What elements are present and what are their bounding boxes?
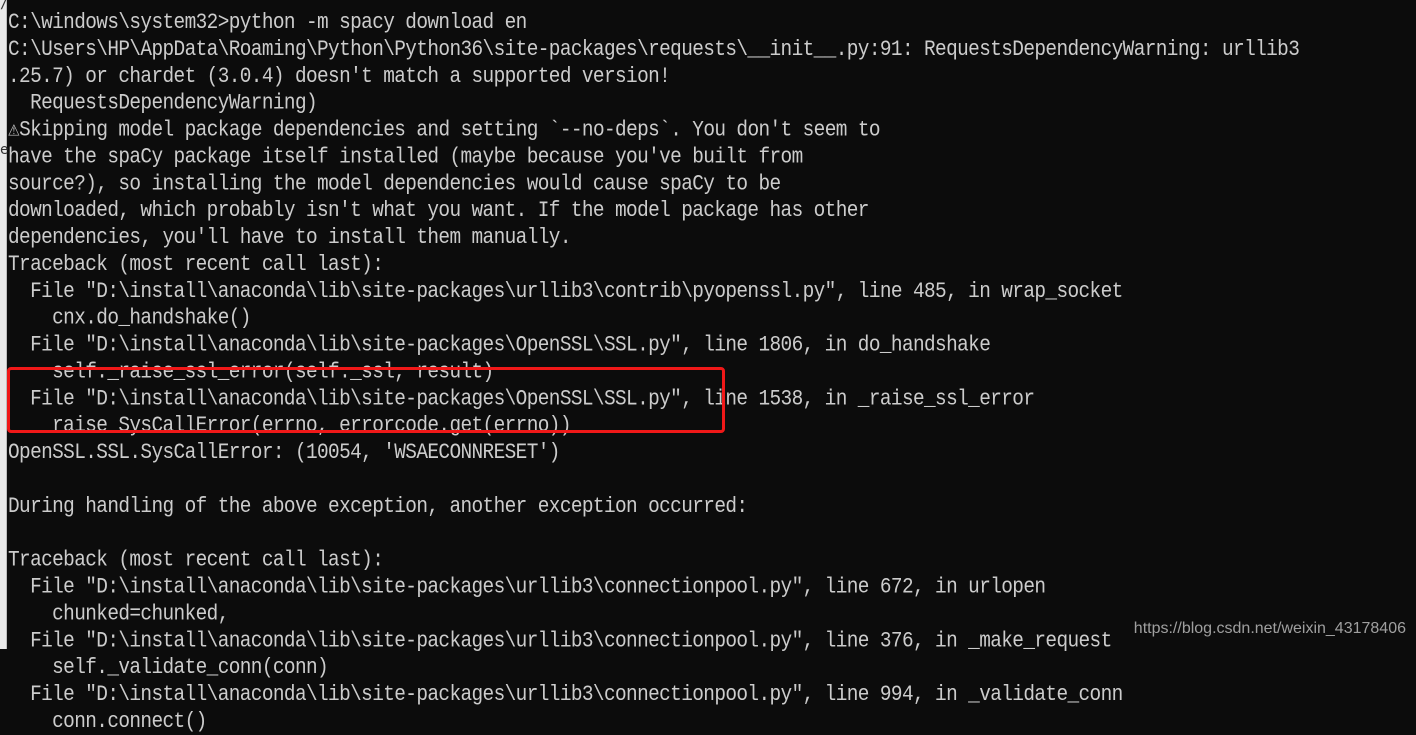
terminal-line: conn.connect()	[8, 709, 207, 734]
terminal-line: have the spaCy package itself installed …	[8, 144, 803, 170]
terminal-line: File "D:\install\anaconda\lib\site-packa…	[8, 682, 1123, 707]
terminal-line: self._validate_conn(conn)	[8, 655, 329, 680]
terminal-line: File "D:\install\anaconda\lib\site-packa…	[8, 574, 1046, 600]
terminal-line: File "D:\install\anaconda\lib\site-packa…	[8, 278, 1123, 304]
terminal-line: C:\windows\system32>python -m spacy down…	[8, 10, 527, 35]
left-window-edge: / e	[0, 0, 8, 649]
terminal-line: cnx.do_handshake()	[8, 305, 251, 331]
terminal-line: Traceback (most recent call last):	[8, 252, 384, 277]
terminal-line: During handling of the above exception, …	[8, 493, 748, 519]
terminal-line: OpenSSL.SSL.SysCallError: (10054, 'WSAEC…	[8, 440, 560, 465]
terminal-line: RequestsDependencyWarning)	[8, 90, 318, 116]
error-highlight-box	[7, 367, 725, 433]
terminal-line: source?), so installing the model depend…	[8, 171, 781, 197]
terminal-line: downloaded, which probably isn't what yo…	[8, 198, 869, 223]
watermark: https://blog.csdn.net/weixin_43178406	[1133, 620, 1406, 637]
terminal-line: C:\Users\HP\AppData\Roaming\Python\Pytho…	[8, 37, 1300, 62]
terminal-line: ⚠Skipping model package dependencies and…	[8, 117, 881, 143]
terminal-line: File "D:\install\anaconda\lib\site-packa…	[8, 332, 991, 358]
terminal-line: dependencies, you'll have to install the…	[8, 225, 571, 250]
terminal-line: .25.7) or chardet (3.0.4) doesn't match …	[8, 63, 671, 89]
terminal-line: Traceback (most recent call last):	[8, 547, 384, 573]
